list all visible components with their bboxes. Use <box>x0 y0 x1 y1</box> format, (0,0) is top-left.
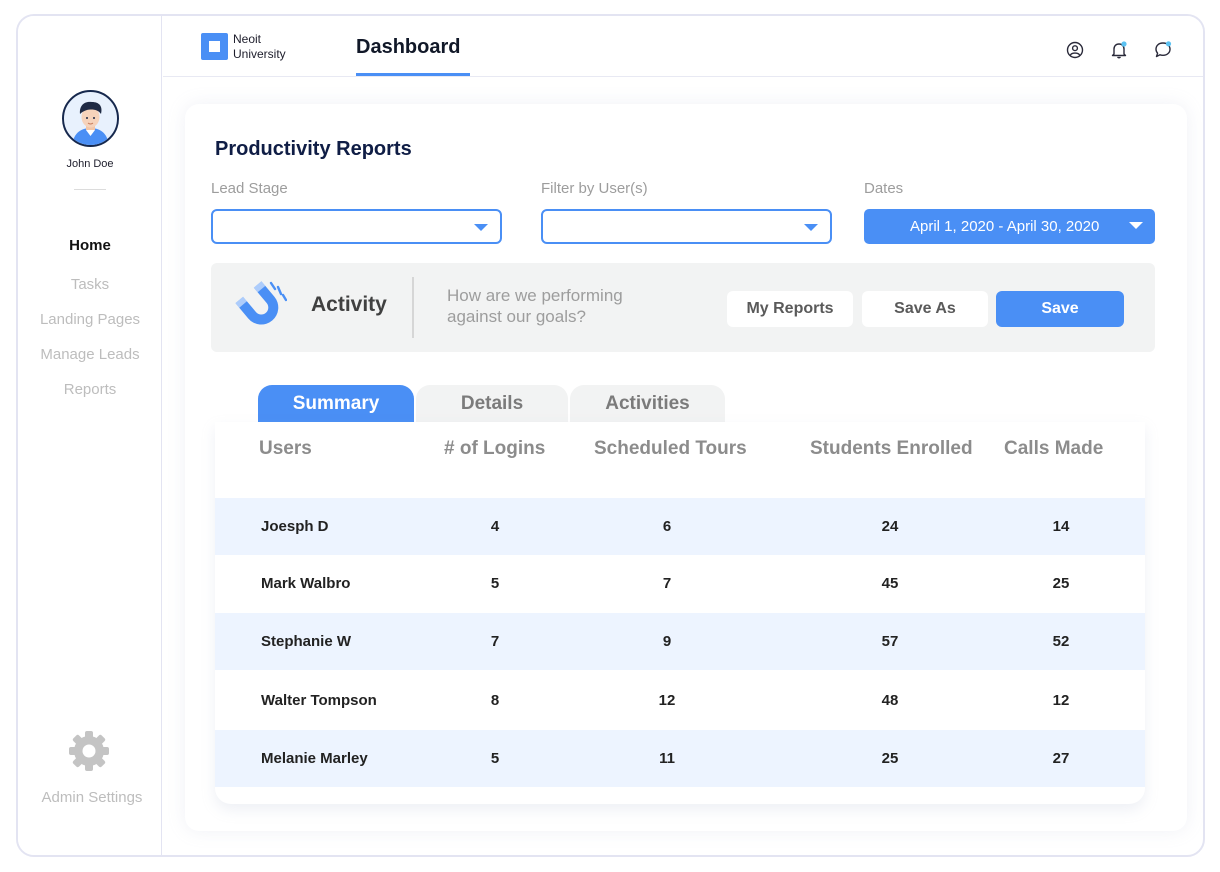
cell-enrolled: 24 <box>881 518 899 535</box>
admin-settings-link[interactable]: Admin Settings <box>18 789 166 806</box>
cell-logins: 5 <box>490 575 500 592</box>
cell-logins: 8 <box>490 692 500 709</box>
col-calls-made: Calls Made <box>1004 438 1104 459</box>
magnet-icon <box>235 281 287 325</box>
gear-icon[interactable] <box>68 730 110 772</box>
cell-calls: 25 <box>1052 575 1070 592</box>
cell-calls: 52 <box>1052 633 1070 650</box>
sidebar-item-home[interactable]: Home <box>18 228 162 263</box>
chevron-down-icon <box>1129 222 1143 229</box>
sidebar-item-manage-leads[interactable]: Manage Leads <box>18 337 162 372</box>
col-logins: # of Logins <box>444 438 546 459</box>
username: John Doe <box>66 158 114 170</box>
save-button[interactable]: Save <box>996 291 1124 327</box>
app-window: John Doe Home Tasks Landing Pages Manage… <box>16 14 1205 857</box>
report-card: Productivity Reports Lead Stage Filter b… <box>185 104 1187 831</box>
cell-user: Mark Walbro <box>261 575 351 592</box>
cell-calls: 27 <box>1052 750 1070 767</box>
cell-tours: 9 <box>662 633 672 650</box>
logo-line2: University <box>233 47 286 61</box>
sidebar-item-reports[interactable]: Reports <box>18 372 162 407</box>
table-row[interactable]: Stephanie W 7 9 57 52 <box>215 613 1145 670</box>
activity-title: Activity <box>311 293 387 316</box>
cell-tours: 6 <box>662 518 672 535</box>
cell-user: Stephanie W <box>261 633 352 650</box>
cell-enrolled: 57 <box>881 633 899 650</box>
sidebar-nav: Home Tasks Landing Pages Manage Leads Re… <box>18 228 162 407</box>
cell-user: Joesph D <box>261 518 329 535</box>
date-range-value: April 1, 2020 - April 30, 2020 <box>910 218 1100 235</box>
table-row[interactable]: Walter Tompson 8 12 48 12 <box>215 672 1145 729</box>
logo-text: Neoit University <box>233 32 286 62</box>
cell-calls: 14 <box>1052 518 1070 535</box>
activity-subtitle-line2: against our goals? <box>447 307 586 326</box>
top-header: Neoit University Dashboard <box>163 16 1203 77</box>
page-title: Productivity Reports <box>215 138 412 160</box>
tab-active-indicator <box>356 73 470 76</box>
sidebar-item-landing-pages[interactable]: Landing Pages <box>18 302 162 337</box>
lead-stage-label: Lead Stage <box>211 180 288 197</box>
activity-bar: Activity How are we performing against o… <box>211 263 1155 352</box>
cell-user: Melanie Marley <box>261 750 368 767</box>
tab-summary[interactable]: Summary <box>258 385 414 422</box>
cell-logins: 4 <box>490 518 500 535</box>
cell-logins: 7 <box>490 633 500 650</box>
sidebar-item-tasks[interactable]: Tasks <box>18 267 162 302</box>
avatar-illustration <box>72 101 109 145</box>
lead-stage-select[interactable] <box>211 209 502 244</box>
table-row[interactable]: Melanie Marley 5 11 25 27 <box>215 730 1145 787</box>
sidebar-divider <box>74 189 106 190</box>
cell-enrolled: 48 <box>881 692 899 709</box>
cell-enrolled: 45 <box>881 575 899 592</box>
chat-bubble-icon[interactable] <box>1153 40 1173 60</box>
logo-line1: Neoit <box>233 32 262 46</box>
save-as-button[interactable]: Save As <box>862 291 988 327</box>
filter-users-label: Filter by User(s) <box>541 180 648 197</box>
dates-label: Dates <box>864 180 904 197</box>
chevron-down-icon <box>804 224 818 231</box>
col-users: Users <box>259 438 312 459</box>
activity-subtitle-line1: How are we performing <box>447 286 623 305</box>
col-students-enrolled: Students Enrolled <box>810 438 973 459</box>
filter-users-select[interactable] <box>541 209 832 244</box>
tab-dashboard[interactable]: Dashboard <box>356 36 460 59</box>
activity-divider <box>412 277 414 338</box>
date-range-select[interactable]: April 1, 2020 - April 30, 2020 <box>864 209 1155 244</box>
tab-activities[interactable]: Activities <box>570 385 725 422</box>
col-scheduled-tours: Scheduled Tours <box>594 438 747 459</box>
my-reports-button[interactable]: My Reports <box>727 291 853 327</box>
summary-table: Users # of Logins Scheduled Tours Studen… <box>215 422 1145 804</box>
cell-user: Walter Tompson <box>261 692 377 709</box>
cell-logins: 5 <box>490 750 500 767</box>
activity-subtitle: How are we performing against our goals? <box>447 285 677 327</box>
bell-icon[interactable] <box>1109 40 1129 60</box>
user-circle-icon[interactable] <box>1065 40 1085 60</box>
logo-icon <box>201 33 228 60</box>
cell-tours: 7 <box>662 575 672 592</box>
user-avatar[interactable] <box>62 90 119 147</box>
cell-tours: 12 <box>658 692 676 709</box>
table-row[interactable]: Mark Walbro 5 7 45 25 <box>215 555 1145 612</box>
table-header: Users # of Logins Scheduled Tours Studen… <box>215 422 1145 482</box>
sidebar: John Doe Home Tasks Landing Pages Manage… <box>18 16 162 855</box>
cell-enrolled: 25 <box>881 750 899 767</box>
cell-tours: 11 <box>659 750 675 767</box>
chevron-down-icon <box>474 224 488 231</box>
cell-calls: 12 <box>1052 692 1070 709</box>
tab-details[interactable]: Details <box>416 385 568 422</box>
table-row[interactable]: Joesph D 4 6 24 14 <box>215 498 1145 555</box>
